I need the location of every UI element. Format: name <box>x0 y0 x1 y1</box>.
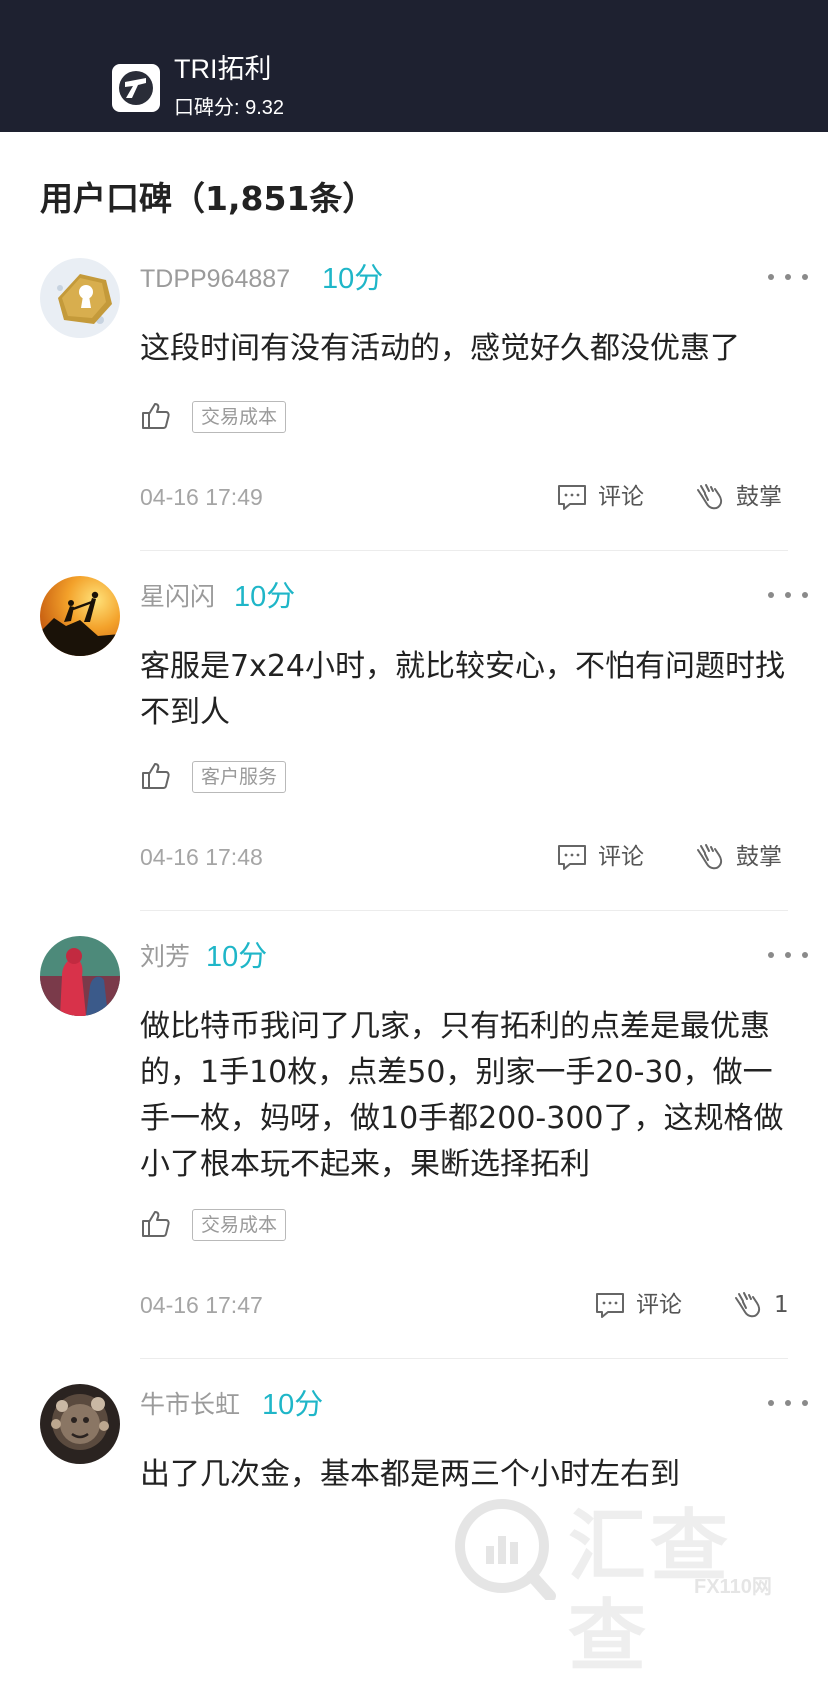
thumbs-up-icon[interactable] <box>140 1208 172 1240</box>
divider <box>140 1358 788 1359</box>
thumbs-up-icon[interactable] <box>140 400 172 432</box>
broker-name: TRI拓利 <box>174 54 272 84</box>
watermark-domain: FX110网 <box>694 1576 772 1598</box>
review-time: 04-16 17:48 <box>140 844 263 870</box>
clap-button[interactable]: 鼓掌 <box>694 842 786 872</box>
broker-score: 口碑分: 9.32 <box>174 97 285 119</box>
more-dots-icon[interactable] <box>768 589 808 601</box>
clap-label: 鼓掌 <box>736 484 782 510</box>
clap-label: 鼓掌 <box>736 844 782 870</box>
watermark-logo-icon <box>455 1499 556 1602</box>
clap-icon <box>694 482 726 512</box>
divider <box>140 910 788 911</box>
comment-button[interactable]: 评论 <box>594 1290 684 1320</box>
more-dots-icon[interactable] <box>768 1397 808 1409</box>
broker-logo-icon <box>112 64 160 112</box>
review-tag[interactable]: 客户服务 <box>192 761 287 793</box>
review-time: 04-16 17:49 <box>140 484 263 510</box>
user-score: 10分 <box>234 581 296 613</box>
comment-label: 评论 <box>598 484 644 510</box>
review-content: 出了几次金，基本都是两三个小时左右到 <box>140 1457 680 1492</box>
user-score: 10分 <box>206 941 268 973</box>
review-tag[interactable]: 交易成本 <box>192 401 287 433</box>
review-content: 客服是7x24小时，就比较安心，不怕有问题时找不到人 <box>140 649 786 730</box>
watermark: 汇查查 FX110网 <box>452 1496 812 1682</box>
clap-count: 1 <box>774 1292 789 1318</box>
user-score: 10分 <box>322 263 384 295</box>
more-dots-icon[interactable] <box>768 271 808 283</box>
comment-icon <box>594 1290 626 1320</box>
clap-icon <box>732 1290 764 1320</box>
comment-button[interactable]: 评论 <box>556 842 646 872</box>
avatar[interactable] <box>40 936 120 1016</box>
clap-button[interactable]: 1 <box>732 1290 789 1320</box>
username: 牛市长虹 <box>140 1391 241 1419</box>
clap-icon <box>694 842 726 872</box>
divider <box>140 550 788 551</box>
username: 刘芳 <box>140 943 191 971</box>
review-time: 04-16 17:47 <box>140 1292 263 1318</box>
review-tag[interactable]: 交易成本 <box>192 1209 287 1241</box>
user-score: 10分 <box>262 1389 324 1421</box>
review-content: 这段时间有没有活动的，感觉好久都没优惠了 <box>140 331 740 366</box>
broker-header: TRI拓利 口碑分: 9.32 <box>0 0 828 132</box>
comment-label: 评论 <box>598 844 644 870</box>
review-content: 做比特币我问了几家，只有拓利的点差是最优惠的，1手10枚，点差50，别家一手20… <box>140 1009 784 1182</box>
avatar[interactable] <box>40 1384 120 1464</box>
thumbs-up-icon[interactable] <box>140 760 172 792</box>
avatar[interactable] <box>40 576 120 656</box>
comment-icon <box>556 482 588 512</box>
comment-label: 评论 <box>636 1292 682 1318</box>
comment-icon <box>556 842 588 872</box>
username: TDPP964887 <box>140 265 291 293</box>
watermark-brand: 汇查查 <box>568 1502 733 1682</box>
section-title: 用户口碑（1,851条） <box>40 179 376 218</box>
comment-button[interactable]: 评论 <box>556 482 646 512</box>
username: 星闪闪 <box>140 583 216 611</box>
more-dots-icon[interactable] <box>768 949 808 961</box>
clap-button[interactable]: 鼓掌 <box>694 482 786 512</box>
avatar[interactable] <box>40 258 120 338</box>
